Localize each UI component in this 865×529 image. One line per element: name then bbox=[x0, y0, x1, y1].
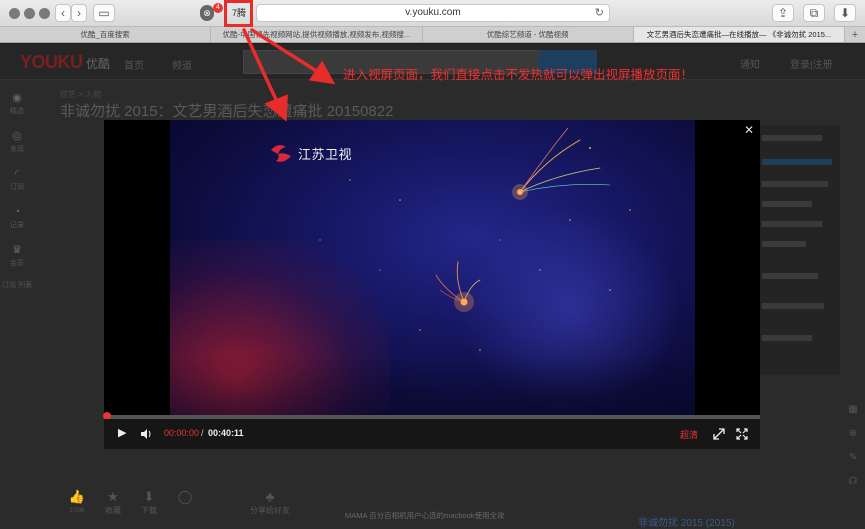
annotation-text: 进入视屏页面，我们直接点击不发热就可以弹出视屏播放页面！ bbox=[343, 68, 694, 82]
bottom-notice: MAMA 百分百相机用户心选的macbook使用全攻 bbox=[345, 511, 505, 520]
